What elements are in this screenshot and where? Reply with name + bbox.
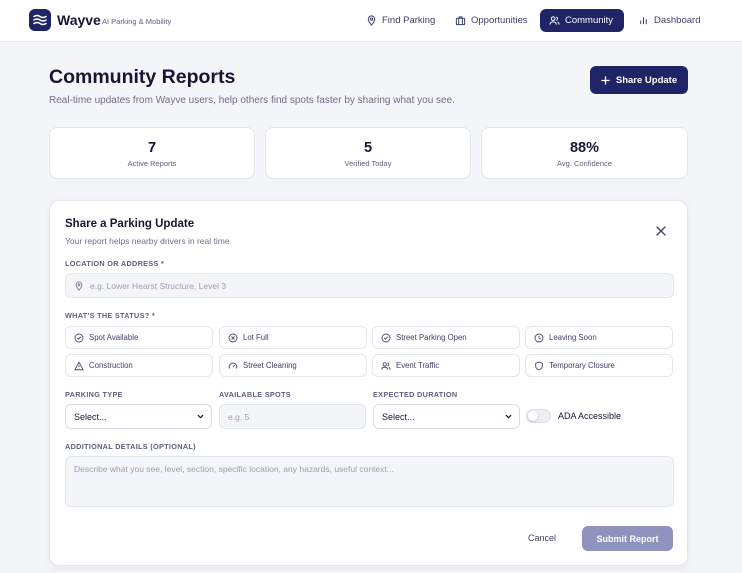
wayve-logo-icon[interactable] bbox=[29, 9, 51, 31]
nav-find-parking[interactable]: Find Parking bbox=[357, 9, 444, 32]
gauge-icon bbox=[228, 362, 238, 369]
nav-dashboard[interactable]: Dashboard bbox=[629, 9, 709, 32]
nav-community-label: Community bbox=[565, 15, 614, 26]
nav-community[interactable]: Community bbox=[540, 9, 624, 32]
check-circle-icon bbox=[381, 333, 391, 342]
share-update-label: Share Update bbox=[615, 74, 678, 86]
status-chip-label: Street Cleaning bbox=[243, 361, 297, 370]
additional-details-label: ADDITIONAL DETAILS (OPTIONAL) bbox=[65, 442, 196, 451]
status-chip-label: Lot Full bbox=[243, 333, 269, 342]
status-event-traffic[interactable]: Event Traffic bbox=[372, 354, 520, 377]
available-spots-input[interactable]: e.g. 5 bbox=[219, 404, 366, 429]
share-update-button[interactable]: Share Update bbox=[590, 66, 688, 94]
status-construction[interactable]: Construction bbox=[65, 354, 213, 377]
stat-card-active-reports: 7 Active Reports bbox=[49, 127, 255, 179]
plus-icon bbox=[601, 75, 610, 85]
warning-triangle-icon bbox=[74, 360, 84, 370]
close-icon[interactable] bbox=[655, 225, 667, 237]
expected-duration-select[interactable]: Select... bbox=[373, 404, 520, 429]
stat-label: Verified Today bbox=[344, 159, 392, 168]
share-parking-update-form: Share a Parking Update Your report helps… bbox=[49, 200, 688, 566]
status-lot-full[interactable]: Lot Full bbox=[219, 326, 367, 349]
map-pin-icon bbox=[367, 15, 376, 26]
cancel-button[interactable]: Cancel bbox=[528, 533, 556, 543]
status-chip-label: Spot Available bbox=[89, 333, 139, 342]
map-pin-icon bbox=[75, 280, 83, 291]
ada-accessible-label: ADA Accessible bbox=[558, 411, 622, 421]
toggle-knob bbox=[528, 411, 538, 421]
clock-icon bbox=[534, 333, 544, 342]
expected-duration-value: Select... bbox=[382, 411, 415, 422]
location-label: LOCATION OR ADDRESS * bbox=[65, 259, 165, 268]
parking-type-label: PARKING TYPE bbox=[65, 390, 123, 399]
page-title: Community Reports bbox=[49, 66, 236, 88]
location-input[interactable]: e.g. Lower Hearst Structure, Level 3 bbox=[65, 273, 674, 298]
status-chip-label: Event Traffic bbox=[396, 361, 440, 370]
status-label: WHAT'S THE STATUS? * bbox=[65, 311, 156, 320]
shield-icon bbox=[535, 361, 543, 370]
expected-duration-label: EXPECTED DURATION bbox=[373, 390, 458, 399]
status-spot-available[interactable]: Spot Available bbox=[65, 326, 213, 349]
chevron-down-icon bbox=[197, 414, 204, 419]
briefcase-icon bbox=[455, 16, 466, 26]
bar-chart-icon bbox=[640, 17, 647, 25]
location-placeholder: e.g. Lower Hearst Structure, Level 3 bbox=[90, 280, 227, 291]
status-chip-label: Street Parking Open bbox=[396, 333, 467, 342]
check-circle-icon bbox=[74, 333, 84, 342]
brand-name[interactable]: Wayve bbox=[57, 12, 101, 28]
status-temporary-closure[interactable]: Temporary Closure bbox=[525, 354, 673, 377]
x-circle-icon bbox=[228, 333, 238, 342]
stat-card-avg-confidence: 88% Avg. Confidence bbox=[481, 127, 688, 179]
status-chip-label: Construction bbox=[89, 361, 133, 370]
page-subtitle: Real-time updates from Wayve users, help… bbox=[49, 95, 455, 106]
additional-details-placeholder: Describe what you see, level, section, s… bbox=[74, 464, 394, 474]
form-title: Share a Parking Update bbox=[65, 218, 195, 230]
stat-card-verified-today: 5 Verified Today bbox=[265, 127, 471, 179]
additional-details-textarea[interactable]: Describe what you see, level, section, s… bbox=[65, 456, 674, 507]
submit-report-button[interactable]: Submit Report bbox=[582, 526, 673, 551]
brand-tagline: AI Parking & Mobility bbox=[102, 17, 172, 26]
parking-type-select[interactable]: Select... bbox=[65, 404, 212, 429]
users-icon bbox=[381, 361, 391, 370]
available-spots-placeholder: e.g. 5 bbox=[228, 411, 250, 422]
status-leaving-soon[interactable]: Leaving Soon bbox=[525, 326, 673, 349]
nav-dashboard-label: Dashboard bbox=[654, 15, 701, 26]
stat-value: 88% bbox=[569, 140, 600, 156]
available-spots-label: AVAILABLE SPOTS bbox=[219, 390, 291, 399]
status-chip-label: Leaving Soon bbox=[549, 333, 597, 342]
status-street-cleaning[interactable]: Street Cleaning bbox=[219, 354, 367, 377]
parking-type-value: Select... bbox=[74, 411, 107, 422]
ada-accessible-toggle[interactable] bbox=[526, 409, 551, 423]
stat-label: Avg. Confidence bbox=[557, 159, 612, 168]
stat-value: 5 bbox=[363, 140, 373, 156]
stat-value: 7 bbox=[147, 140, 157, 156]
form-subtitle: Your report helps nearby drivers in real… bbox=[65, 236, 230, 246]
chevron-down-icon bbox=[505, 414, 512, 419]
nav-opportunities-label: Opportunities bbox=[471, 15, 528, 26]
nav-find-parking-label: Find Parking bbox=[382, 15, 436, 26]
users-icon bbox=[549, 16, 560, 25]
nav-opportunities[interactable]: Opportunities bbox=[446, 9, 537, 32]
status-chip-label: Temporary Closure bbox=[549, 361, 615, 370]
stat-label: Active Reports bbox=[127, 159, 177, 168]
top-navigation-bar: Wayve AI Parking & Mobility Find Parking… bbox=[0, 0, 742, 42]
status-street-parking-open[interactable]: Street Parking Open bbox=[372, 326, 520, 349]
